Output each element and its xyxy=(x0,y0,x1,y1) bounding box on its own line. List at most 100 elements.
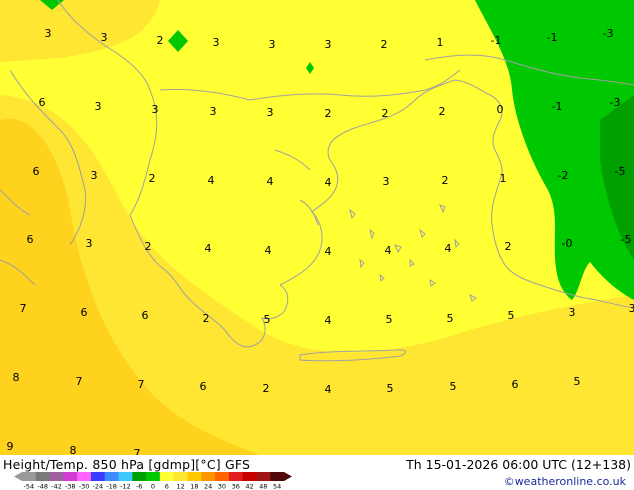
temperature-label: 4 xyxy=(208,174,215,187)
temperature-label: 5 xyxy=(386,313,393,326)
legend-arrow-left xyxy=(14,472,22,481)
temperature-label: 8 xyxy=(13,371,20,384)
temperature-label: -5 xyxy=(615,165,626,178)
temperature-label: 3 xyxy=(569,306,576,319)
legend-swatch xyxy=(256,472,271,481)
temperature-label: 4 xyxy=(385,244,392,257)
temperature-label: 2 xyxy=(145,240,152,253)
color-legend-swatches xyxy=(14,472,292,481)
legend-tick-label: -6 xyxy=(136,483,142,490)
temperature-label: 7 xyxy=(138,378,145,391)
legend-swatch xyxy=(159,472,174,481)
temperature-label: 0 xyxy=(497,103,504,116)
legend-arrow-right xyxy=(284,472,292,481)
legend-swatch xyxy=(35,472,50,481)
legend-tick-label: 54 xyxy=(273,483,281,490)
temperature-label: 4 xyxy=(265,244,272,257)
temperature-label: 3 xyxy=(91,169,98,182)
temperature-label: 4 xyxy=(267,175,274,188)
legend-tick-label: -12 xyxy=(120,483,131,490)
temperature-label: 5 xyxy=(574,375,581,388)
legend-tick-label: 42 xyxy=(245,483,253,490)
temperature-label: 2 xyxy=(203,312,210,325)
temperature-label: 6 xyxy=(81,306,88,319)
temperature-label: 2 xyxy=(263,382,270,395)
temperature-label: -1 xyxy=(552,100,563,113)
temperature-label: 3 xyxy=(95,100,102,113)
legend-tick-label: 18 xyxy=(190,483,198,490)
temperature-label: -1 xyxy=(547,31,558,44)
temperature-label: 6 xyxy=(142,309,149,322)
temperature-label: 2 xyxy=(157,34,164,47)
temperature-label: 5 xyxy=(447,312,454,325)
legend-swatch xyxy=(132,472,147,481)
legend-swatch xyxy=(270,472,285,481)
legend-swatch xyxy=(215,472,230,481)
temperature-map: 3 3 2 3 3 3 2 1 -1 -1 -3 6 3 3 3 3 2 2 2 0 -1 -3 6 3 2 4 4 4 3 2 1 -2 -5… xyxy=(0,0,634,455)
temperature-label: 3 xyxy=(629,302,634,315)
legend-swatch xyxy=(63,472,78,481)
credit-link[interactable]: ©weatheronline.co.uk xyxy=(504,475,626,488)
temperature-label: 2 xyxy=(505,240,512,253)
temperature-label: 2 xyxy=(149,172,156,185)
temperature-label: 4 xyxy=(445,242,452,255)
temperature-label: 6 xyxy=(512,378,519,391)
legend-swatch xyxy=(173,472,188,481)
legend-tick-label: 0 xyxy=(151,483,155,490)
temperature-label: 2 xyxy=(382,107,389,120)
temperature-label: 1 xyxy=(500,172,507,185)
temperature-label: 7 xyxy=(20,302,27,315)
legend-tick-label: 48 xyxy=(259,483,267,490)
legend-tick-label: 24 xyxy=(204,483,212,490)
legend-tick-label: 36 xyxy=(232,483,240,490)
legend-tick-label: 30 xyxy=(218,483,226,490)
temperature-label: -3 xyxy=(610,96,621,109)
temperature-label: -5 xyxy=(621,233,632,246)
weather-map-view: 3 3 2 3 3 3 2 1 -1 -1 -3 6 3 3 3 3 2 2 2 0 -1 -3 6 3 2 4 4 4 3 2 1 -2 -5… xyxy=(0,0,634,490)
legend-swatch xyxy=(201,472,216,481)
temperature-label: 4 xyxy=(325,245,332,258)
legend-swatch xyxy=(118,472,133,481)
temperature-label: 2 xyxy=(381,38,388,51)
temperature-label: 2 xyxy=(439,105,446,118)
legend-tick-label: 6 xyxy=(165,483,169,490)
legend-tick-label: -18 xyxy=(106,483,117,490)
legend-tick-label: -24 xyxy=(93,483,104,490)
temperature-label: 1 xyxy=(437,36,444,49)
legend-tick-label: 12 xyxy=(176,483,184,490)
temperature-label: 4 xyxy=(325,314,332,327)
temperature-label: 3 xyxy=(383,175,390,188)
temperature-label: 4 xyxy=(325,383,332,396)
legend-tick-label: -42 xyxy=(51,483,62,490)
map-title: Height/Temp. 850 hPa [gdmp][°C] GFS xyxy=(3,457,251,472)
temperature-label: 3 xyxy=(152,103,159,116)
color-legend: -54 -48 -42 -38 -30 -24 -18 -12 -6 0 6 12 18 24 30 36 42… xyxy=(14,472,292,490)
temperature-label: 6 xyxy=(27,233,34,246)
temperature-label: 3 xyxy=(86,237,93,250)
map-footer: Height/Temp. 850 hPa [gdmp][°C] GFS Th 1… xyxy=(0,455,634,490)
temperature-label: -1 xyxy=(491,34,502,47)
legend-swatch xyxy=(242,472,257,481)
temperature-label: 3 xyxy=(45,27,52,40)
temperature-label: 3 xyxy=(213,36,220,49)
temperature-label: -3 xyxy=(603,27,614,40)
legend-swatch xyxy=(104,472,119,481)
temperature-label: 3 xyxy=(325,38,332,51)
forecast-datetime: Th 15-01-2026 06:00 UTC (12+138) xyxy=(406,457,631,472)
temperature-label: 6 xyxy=(39,96,46,109)
legend-swatch xyxy=(146,472,161,481)
temperature-label: 2 xyxy=(442,174,449,187)
color-legend-ticks: -54 -48 -42 -38 -30 -24 -18 -12 -6 0 6 12 18 24 30 36 42… xyxy=(24,483,282,490)
legend-swatch xyxy=(49,472,64,481)
legend-swatch xyxy=(187,472,202,481)
legend-swatch xyxy=(22,472,37,481)
temperature-label: 3 xyxy=(269,38,276,51)
temperature-label: 7 xyxy=(134,447,141,455)
temperature-label: 6 xyxy=(33,165,40,178)
temperature-label: 5 xyxy=(450,380,457,393)
temperature-label: 8 xyxy=(70,444,77,455)
temperature-label: 4 xyxy=(325,176,332,189)
legend-swatch xyxy=(90,472,106,481)
temperature-label: 2 xyxy=(325,107,332,120)
legend-tick-label: -48 xyxy=(37,483,48,490)
